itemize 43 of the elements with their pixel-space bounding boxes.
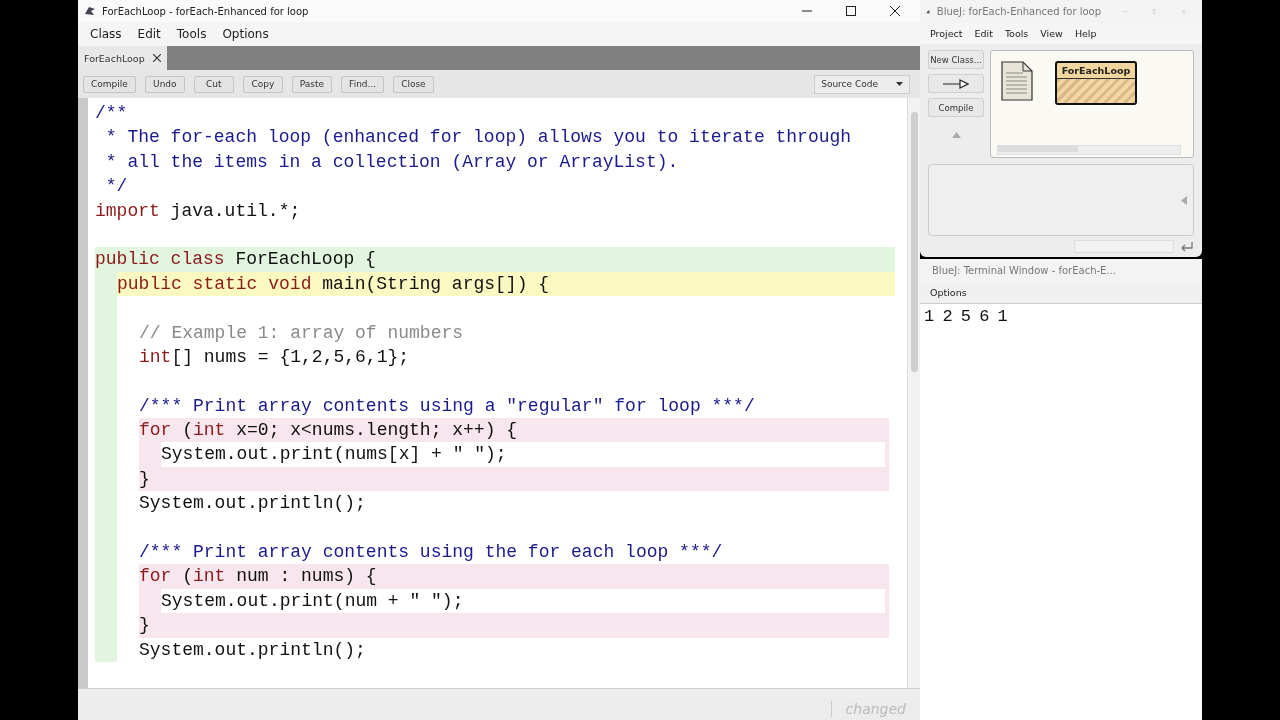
menu-item[interactable]: Tools [168,27,215,41]
menu-item[interactable]: Options [214,27,277,41]
toolbar-button[interactable]: Paste [291,75,333,93]
menu-item[interactable]: Edit [968,28,999,39]
toolbar-button[interactable]: Copy [242,75,283,93]
toolbar-button[interactable]: Compile [83,75,136,93]
vertical-scrollbar[interactable] [907,98,920,688]
class-box[interactable]: ForEachLoop [1055,61,1137,105]
menu-item[interactable]: Project [924,28,969,39]
document-icon[interactable] [1001,61,1033,101]
return-arrow-icon[interactable] [1180,240,1194,253]
menu-item[interactable]: View [1034,28,1069,39]
code-line: import java.util.*; [95,199,302,223]
menu-item[interactable]: Tools [998,28,1035,39]
new-class-button[interactable]: New Class... [928,50,984,69]
terminal-output: 1 2 5 6 1 [924,307,1008,326]
close-icon[interactable] [152,54,161,62]
editor-tab[interactable]: ForEachLoop [78,46,167,70]
menu-item[interactable]: Class [82,27,130,41]
window-title: BlueJ: Terminal Window - forEach-E... [932,265,1116,276]
code-line: * The for-each loop (enhanced for loop) allows you to iterate through [104,126,853,150]
code-line: * all the items in a collection (Array or ArrayList). [104,150,680,174]
toolbar-button[interactable]: Undo [144,75,185,93]
inheritance-arrow-button[interactable] [928,74,984,93]
triangle-icon[interactable] [951,132,961,138]
close-icon[interactable] [890,6,900,16]
window-title: BlueJ: forEach-Enhanced for loop [936,6,1102,17]
menu-item[interactable]: Help [1068,28,1103,39]
view-dropdown[interactable]: Source Code [814,74,910,94]
toolbar-button[interactable]: Find... [341,75,385,93]
caret-icon [896,82,903,86]
code-line: */ [104,175,129,199]
triangle-icon[interactable] [1181,195,1187,205]
toolbar-button[interactable]: Close [393,75,434,93]
bird-logo-icon [84,6,96,16]
menu-item[interactable]: Options [924,287,973,298]
toolbar-button[interactable]: Cut [193,75,234,93]
menu-item[interactable]: Edit [129,27,169,41]
arrow-icon [943,78,969,89]
compile-button[interactable]: Compile [928,98,984,117]
maximize-icon[interactable] [846,6,856,16]
window-title: ForEachLoop - forEach-Enhanced for loop [102,5,309,17]
code-line: /** [95,102,129,125]
